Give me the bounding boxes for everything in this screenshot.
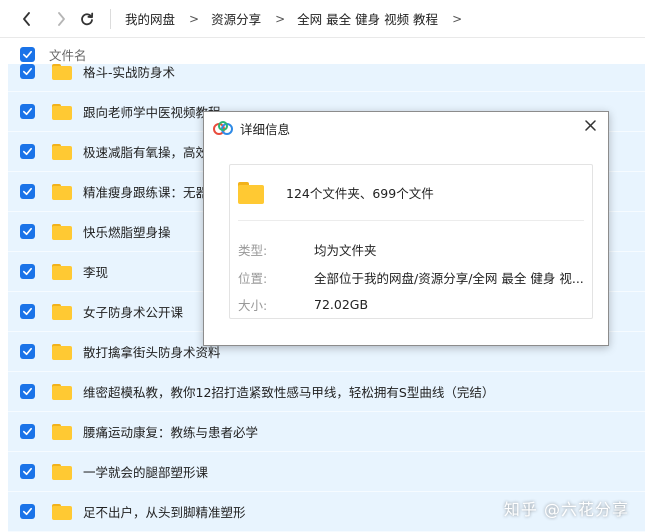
close-button[interactable] — [580, 115, 600, 135]
row-checkbox[interactable] — [20, 424, 35, 439]
list-item[interactable]: 腰痛运动康复：教练与患者必学 — [8, 412, 645, 452]
row-checkbox[interactable] — [20, 144, 35, 159]
breadcrumb-separator: > — [452, 11, 463, 26]
row-checkbox[interactable] — [20, 304, 35, 319]
close-icon — [584, 119, 596, 131]
row-checkbox[interactable] — [20, 224, 35, 239]
checkmark-icon — [23, 267, 32, 276]
list-item[interactable]: 一学就会的腿部塑形课 — [8, 452, 645, 492]
nav-divider — [110, 8, 111, 29]
checkmark-icon — [23, 427, 32, 436]
folder-icon — [52, 143, 72, 160]
location-label: 位置: — [238, 270, 268, 286]
file-name[interactable]: 维密超模私教，教你12招打造紧致性感马甲线，轻松拥有S型曲线（完结） — [83, 382, 494, 401]
row-checkbox[interactable] — [20, 464, 35, 479]
checkmark-icon — [23, 387, 32, 396]
breadcrumb-item-shared[interactable]: 资源分享 — [209, 9, 263, 28]
chevron-right-icon — [58, 11, 65, 26]
details-summary: 124个文件夹、699个文件 — [238, 165, 584, 221]
watermark: 知乎 @六花分享 — [503, 500, 629, 519]
folder-icon — [52, 383, 72, 400]
file-name[interactable]: 足不出户，从头到脚精准塑形 — [83, 502, 246, 521]
folder-icon — [52, 64, 72, 80]
folder-icon — [52, 423, 72, 440]
checkmark-icon — [23, 507, 32, 516]
row-checkbox[interactable] — [20, 104, 35, 119]
folder-icon — [52, 343, 72, 360]
dialog-title: 详细信息 — [240, 121, 291, 137]
details-panel: 124个文件夹、699个文件 类型: 均为文件夹 位置: 全部位于我的网盘/资源… — [229, 164, 593, 319]
dialog-title-bar: 详细信息 — [204, 112, 608, 144]
navigation-bar: 我的网盘 > 资源分享 > 全网 最全 健身 视频 教程 > — [0, 0, 645, 38]
checkmark-icon — [23, 307, 32, 316]
folder-icon — [52, 463, 72, 480]
chevron-left-icon — [23, 11, 30, 26]
breadcrumb-separator: > — [189, 11, 200, 26]
file-name[interactable]: 李现 — [83, 262, 108, 281]
file-name[interactable]: 精准瘦身跟练课：无器械 — [83, 182, 221, 201]
checkmark-icon — [23, 227, 32, 236]
size-label: 大小: — [238, 297, 268, 313]
select-all-checkbox[interactable] — [20, 46, 35, 62]
breadcrumb-item-fitness[interactable]: 全网 最全 健身 视频 教程 — [295, 9, 440, 28]
list-item[interactable]: 格斗-实战防身术 — [8, 64, 645, 92]
checkmark-icon — [23, 187, 32, 196]
folder-icon — [52, 263, 72, 280]
breadcrumb: 我的网盘 > 资源分享 > 全网 最全 健身 视频 教程 > — [123, 9, 472, 28]
file-name[interactable]: 格斗-实战防身术 — [83, 64, 175, 81]
list-item[interactable]: 维密超模私教，教你12招打造紧致性感马甲线，轻松拥有S型曲线（完结） — [8, 372, 645, 412]
details-dialog: 详细信息 124个文件夹、699个文件 类型: 均为文件夹 位置: 全部位于我的… — [203, 111, 609, 346]
checkmark-icon — [23, 50, 32, 58]
row-checkbox[interactable] — [20, 184, 35, 199]
breadcrumb-separator: > — [275, 11, 286, 26]
breadcrumb-item-my-drive[interactable]: 我的网盘 — [123, 9, 177, 28]
folder-icon — [52, 183, 72, 200]
checkmark-icon — [23, 147, 32, 156]
checkmark-icon — [23, 67, 32, 76]
checkmark-icon — [23, 347, 32, 356]
type-label: 类型: — [238, 242, 268, 258]
item-count: 124个文件夹、699个文件 — [286, 186, 434, 201]
back-button[interactable] — [14, 6, 40, 32]
type-value: 均为文件夹 — [314, 242, 377, 258]
folder-icon — [52, 103, 72, 120]
folder-icon — [52, 503, 72, 520]
forward-button[interactable] — [48, 6, 74, 32]
checkmark-icon — [23, 107, 32, 116]
folder-icon — [52, 223, 72, 240]
row-checkbox[interactable] — [20, 64, 35, 79]
size-value: 72.02GB — [314, 296, 369, 312]
file-name[interactable]: 散打擒拿街头防身术资料 — [83, 342, 221, 361]
checkmark-icon — [23, 467, 32, 476]
file-name[interactable]: 腰痛运动康复：教练与患者必学 — [83, 422, 258, 441]
info-row-location: 位置: 全部位于我的网盘/资源分享/全网 最全 健身 视... — [238, 267, 584, 287]
folder-icon — [52, 303, 72, 320]
row-checkbox[interactable] — [20, 344, 35, 359]
refresh-button[interactable] — [74, 6, 100, 32]
baidu-netdisk-logo-icon — [213, 121, 233, 135]
info-row-size: 大小: 72.02GB — [238, 294, 368, 314]
location-value: 全部位于我的网盘/资源分享/全网 最全 健身 视... — [314, 270, 584, 286]
info-row-type: 类型: 均为文件夹 — [238, 239, 377, 259]
column-header-filename[interactable]: 文件名 — [49, 45, 87, 64]
file-name[interactable]: 极速减脂有氧操，高效燃 — [83, 142, 221, 161]
refresh-icon — [81, 12, 94, 25]
file-name[interactable]: 一学就会的腿部塑形课 — [83, 462, 208, 481]
file-name[interactable]: 女子防身术公开课 — [83, 302, 183, 321]
folder-icon — [238, 181, 264, 204]
row-checkbox[interactable] — [20, 384, 35, 399]
file-name[interactable]: 跟向老师学中医视频教程 — [83, 102, 221, 121]
row-checkbox[interactable] — [20, 504, 35, 519]
row-checkbox[interactable] — [20, 264, 35, 279]
file-name[interactable]: 快乐燃脂塑身操 — [83, 222, 171, 241]
